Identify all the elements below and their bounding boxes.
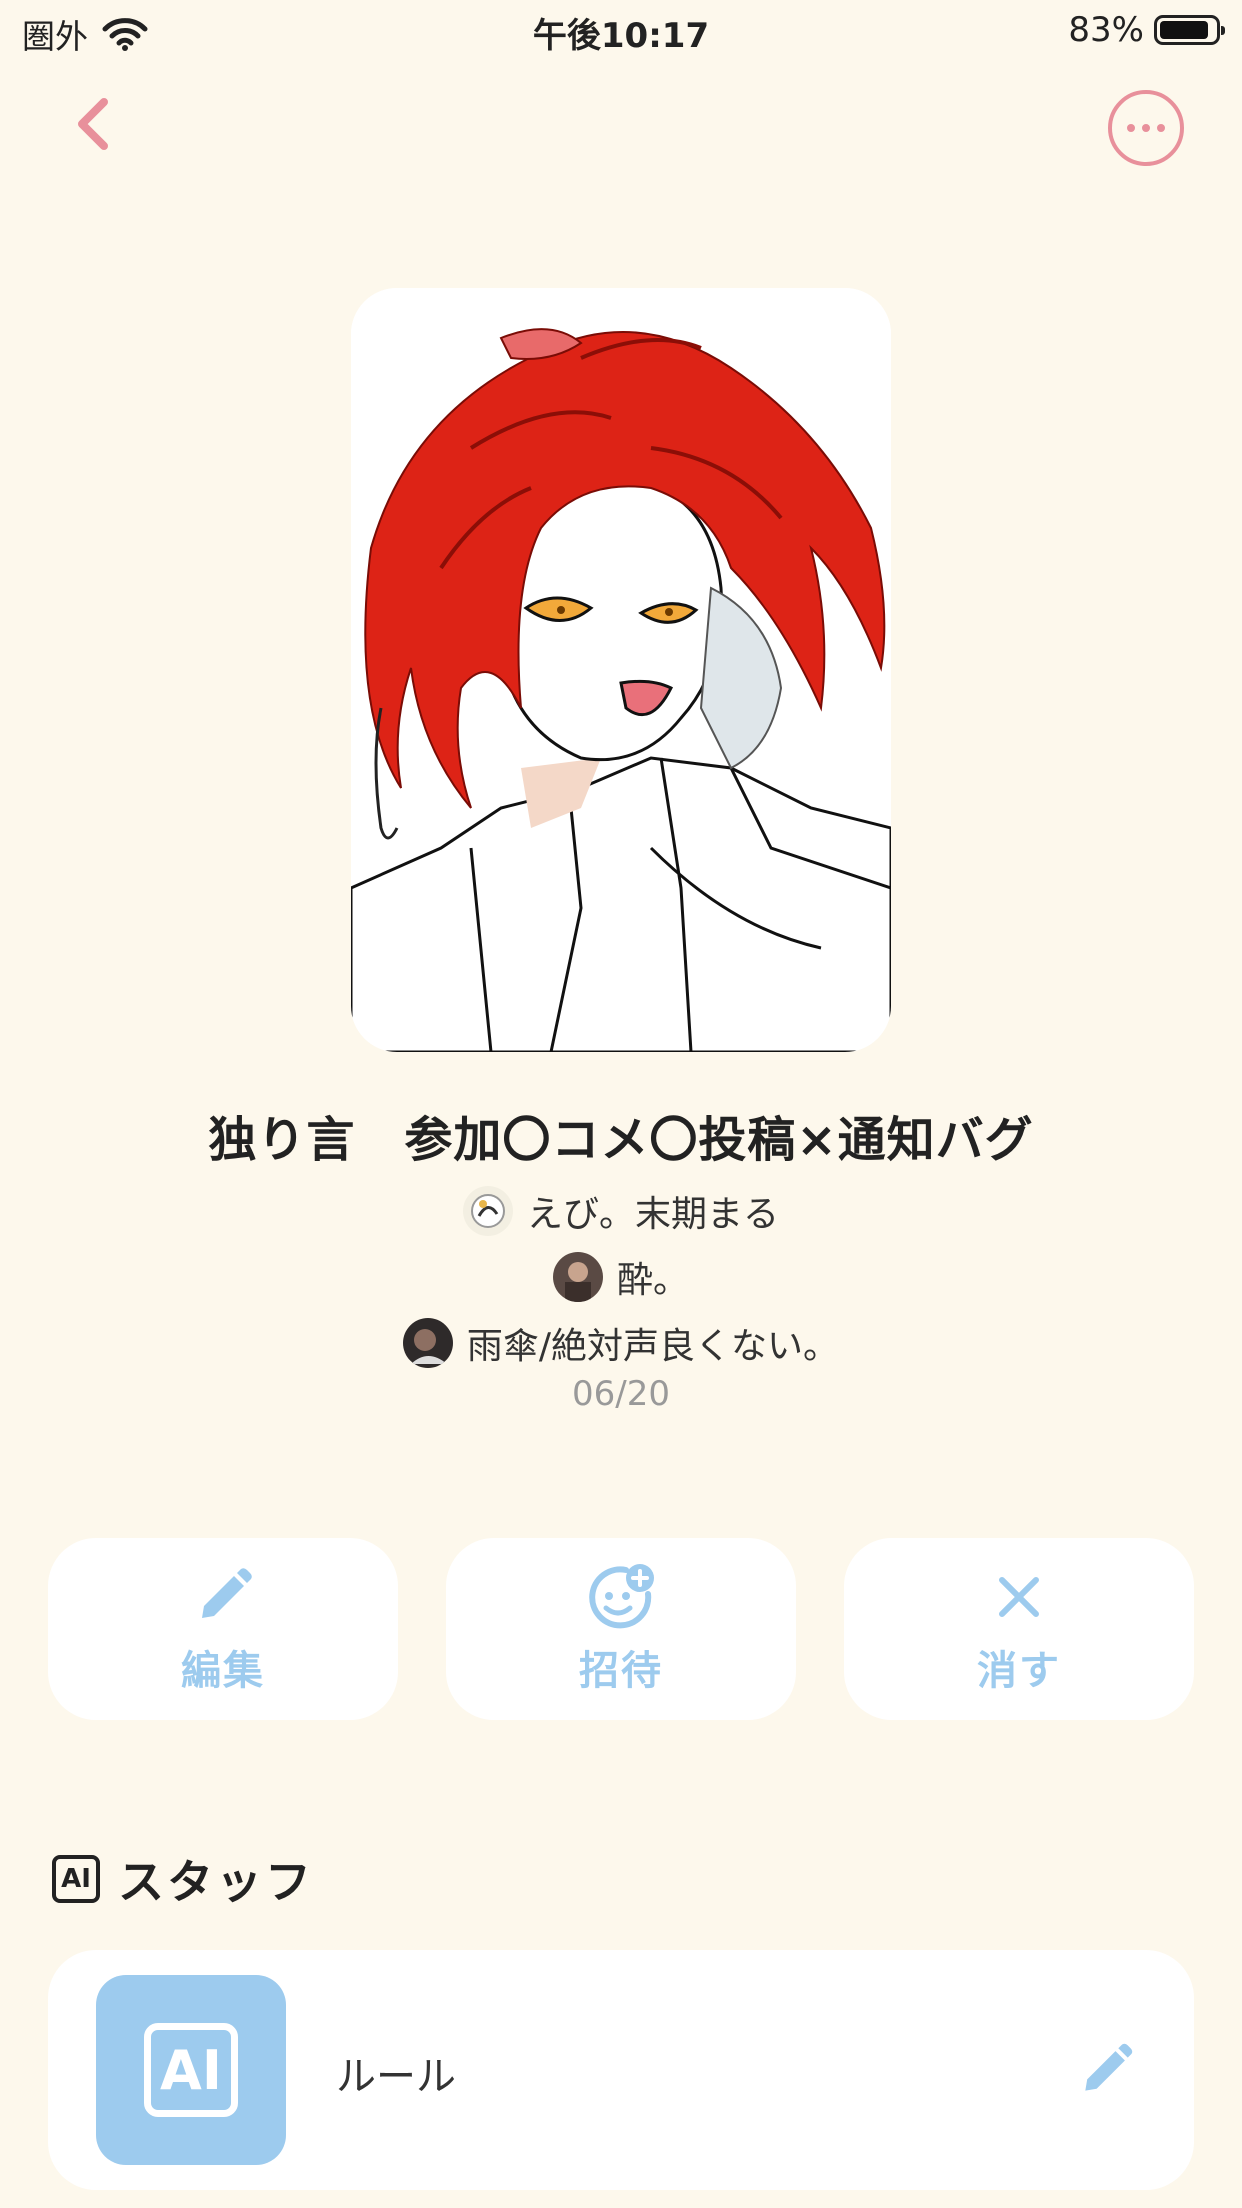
ai-avatar: AI <box>96 1975 286 2165</box>
status-bar: 圏外 午後10:17 83% <box>0 0 1242 62</box>
edit-rule-button[interactable] <box>1074 2036 1140 2102</box>
room-date: 06/20 <box>572 1374 670 1414</box>
action-bar: 編集 招待 消す <box>48 1538 1194 1720</box>
edit-button[interactable]: 編集 <box>48 1538 398 1720</box>
room-title: 独り言 参加〇コメ〇投稿×通知バグ <box>208 1112 1034 1168</box>
staff-item-rules[interactable]: AI ルール <box>48 1950 1194 2190</box>
battery-percent: 83% <box>1068 10 1144 50</box>
staff-item-label: ルール <box>336 2054 456 2100</box>
member-name: 酔。 <box>616 1260 689 1301</box>
member-list: えび。末期まる 酔。 雨傘/絶対声良くない。 <box>0 1178 1242 1376</box>
delete-button[interactable]: 消す <box>844 1538 1194 1720</box>
avatar <box>402 1318 453 1368</box>
member-name: えび。末期まる <box>526 1194 779 1235</box>
staff-title: スタッフ <box>118 1855 314 1909</box>
delete-label: 消す <box>977 1648 1061 1694</box>
member-row[interactable]: 雨傘/絶対声良くない。 <box>0 1310 1242 1376</box>
chevron-left-icon <box>78 98 108 150</box>
invite-button[interactable]: 招待 <box>446 1538 796 1720</box>
clock: 午後10:17 <box>532 16 710 56</box>
ai-icon: AI <box>144 2023 238 2117</box>
member-name: 雨傘/絶対声良くない。 <box>466 1326 840 1367</box>
member-row[interactable]: 酔。 <box>0 1244 1242 1310</box>
add-friend-icon <box>589 1564 654 1629</box>
more-button[interactable] <box>1108 90 1184 166</box>
pencil-icon <box>202 1568 252 1618</box>
invite-label: 招待 <box>579 1648 663 1694</box>
room-cover-image <box>351 288 891 1052</box>
back-button[interactable] <box>60 88 130 158</box>
avatar <box>552 1252 603 1302</box>
battery-icon <box>1154 15 1225 45</box>
staff-section-header: AI スタッフ <box>52 1846 314 1912</box>
member-row[interactable]: えび。末期まる <box>0 1178 1242 1244</box>
ai-badge-icon: AI <box>52 1855 100 1903</box>
more-horizontal-circle-icon <box>1127 124 1135 132</box>
pencil-icon <box>1085 2043 1133 2091</box>
close-icon <box>999 1577 1039 1617</box>
edit-label: 編集 <box>181 1648 265 1694</box>
avatar <box>462 1186 513 1236</box>
